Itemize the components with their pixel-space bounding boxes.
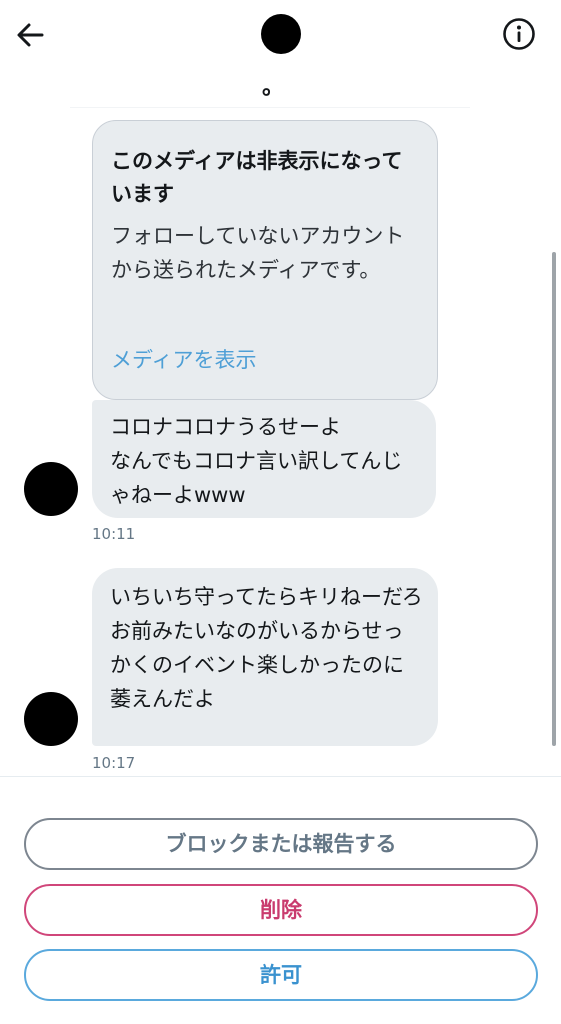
hidden-media-title: このメディアは非表示になっています [111, 149, 403, 206]
sender-avatar[interactable] [24, 692, 78, 746]
allow-button[interactable]: 許可 [24, 949, 538, 1001]
scrollbar[interactable] [552, 252, 556, 746]
hidden-media-card: このメディアは非表示になっています フォローしていないアカウントから送られたメデ… [92, 120, 438, 400]
hidden-media-description: フォローしていないアカウントから送られたメディアです。 [111, 224, 405, 282]
back-button[interactable] [14, 18, 48, 52]
message-timestamp: 10:11 [92, 525, 136, 543]
footer-divider [0, 776, 561, 777]
arrow-left-icon [17, 23, 44, 47]
message-timestamp: 10:17 [92, 754, 136, 772]
message-bubble[interactable]: コロナコロナうるせーよ なんでもコロナ言い訳してんじゃねーよwww [92, 400, 436, 518]
conversation-title: 。 [261, 75, 284, 100]
header-avatar[interactable] [261, 14, 301, 54]
header-divider [70, 107, 470, 108]
info-circle-icon [503, 18, 535, 50]
message-text: いちいち守ってたらキリねーだろ お前みたいなのがいるからせっかくのイベント楽しか… [110, 585, 423, 711]
block-or-report-button[interactable]: ブロックまたは報告する [24, 818, 538, 870]
info-button[interactable] [502, 17, 536, 51]
delete-button[interactable]: 削除 [24, 884, 538, 936]
show-media-link[interactable]: メディアを表示 [111, 345, 257, 375]
message-bubble[interactable]: いちいち守ってたらキリねーだろ お前みたいなのがいるからせっかくのイベント楽しか… [92, 568, 438, 746]
conversation-header: 。 [0, 0, 561, 108]
message-text: コロナコロナうるせーよ なんでもコロナ言い訳してんじゃねーよwww [110, 415, 403, 507]
sender-avatar[interactable] [24, 462, 78, 516]
